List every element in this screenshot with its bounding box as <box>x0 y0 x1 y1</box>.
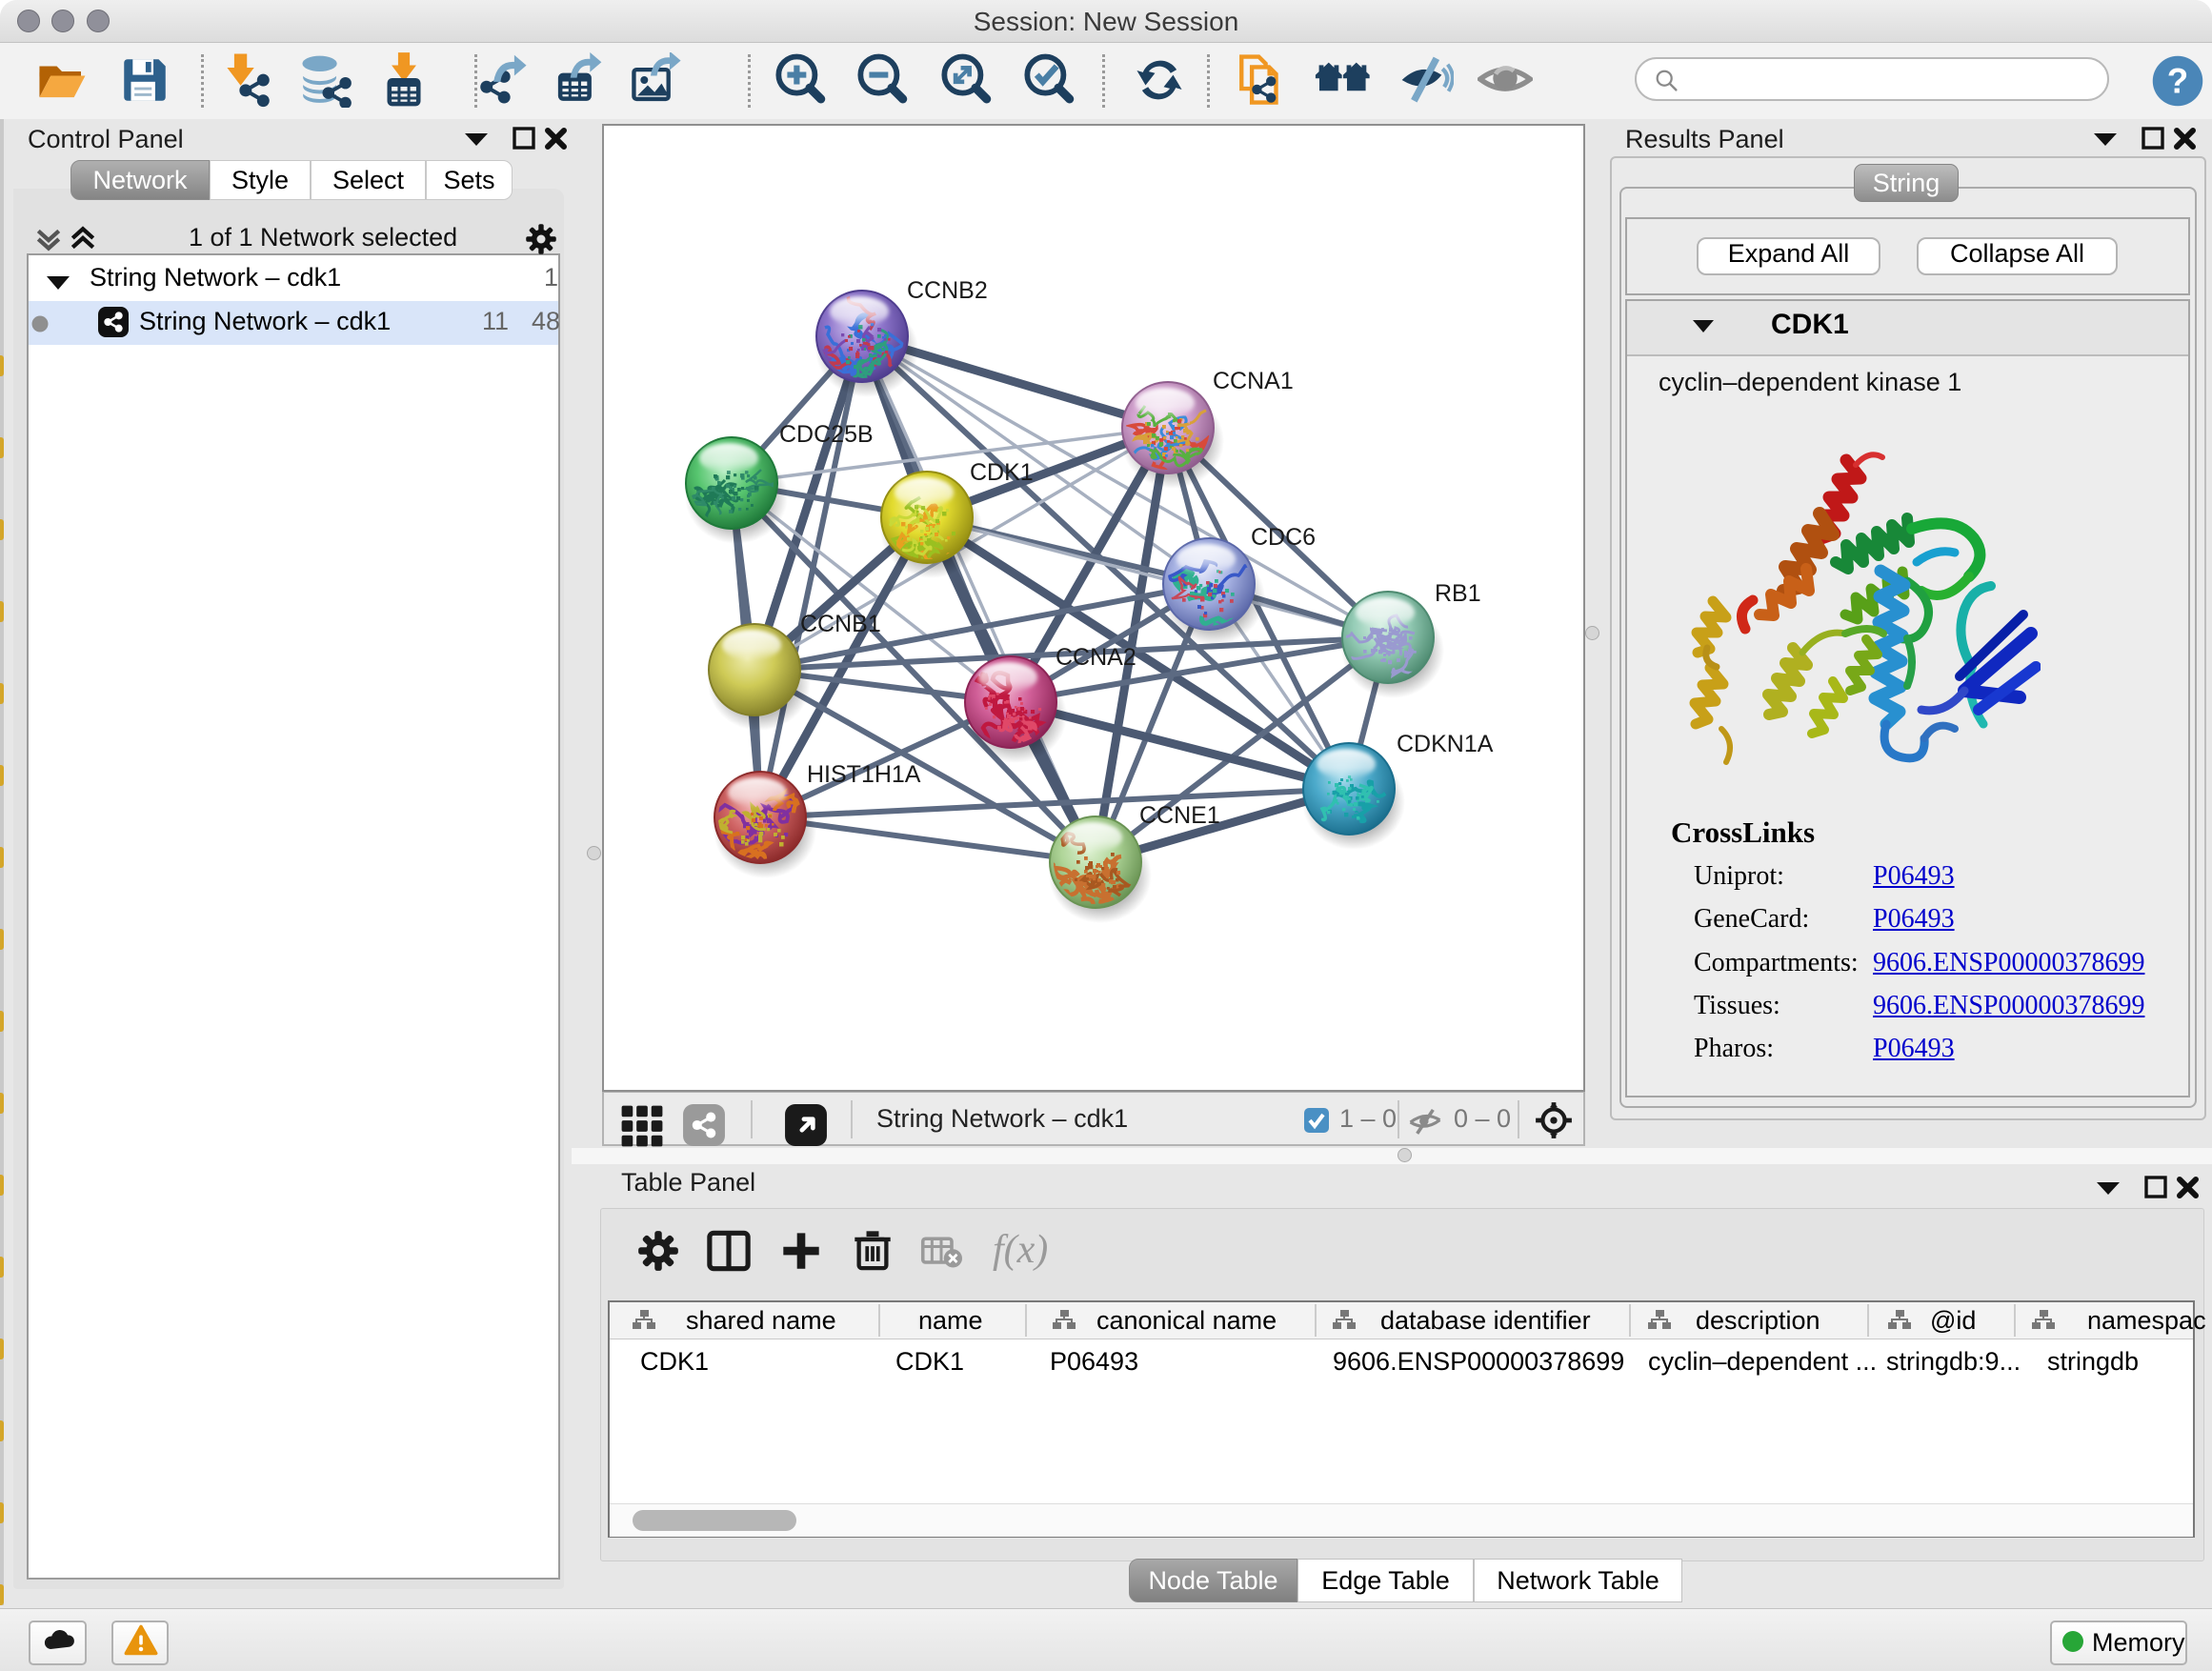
svg-text:CCNB2: CCNB2 <box>907 277 988 304</box>
svg-text:HIST1H1A: HIST1H1A <box>807 761 921 788</box>
svg-text:CDC25B: CDC25B <box>779 421 874 448</box>
svg-text:CDC6: CDC6 <box>1251 524 1316 551</box>
svg-text:CCNA1: CCNA1 <box>1213 368 1294 394</box>
svg-text:RB1: RB1 <box>1435 580 1481 607</box>
svg-text:CCNA2: CCNA2 <box>1056 644 1136 671</box>
svg-text:CDK1: CDK1 <box>970 459 1034 486</box>
svg-text:CCNE1: CCNE1 <box>1139 802 1220 829</box>
svg-text:?: ? <box>2167 61 2188 100</box>
svg-text:CCNB1: CCNB1 <box>800 611 881 637</box>
svg-text:CDKN1A: CDKN1A <box>1397 731 1494 757</box>
